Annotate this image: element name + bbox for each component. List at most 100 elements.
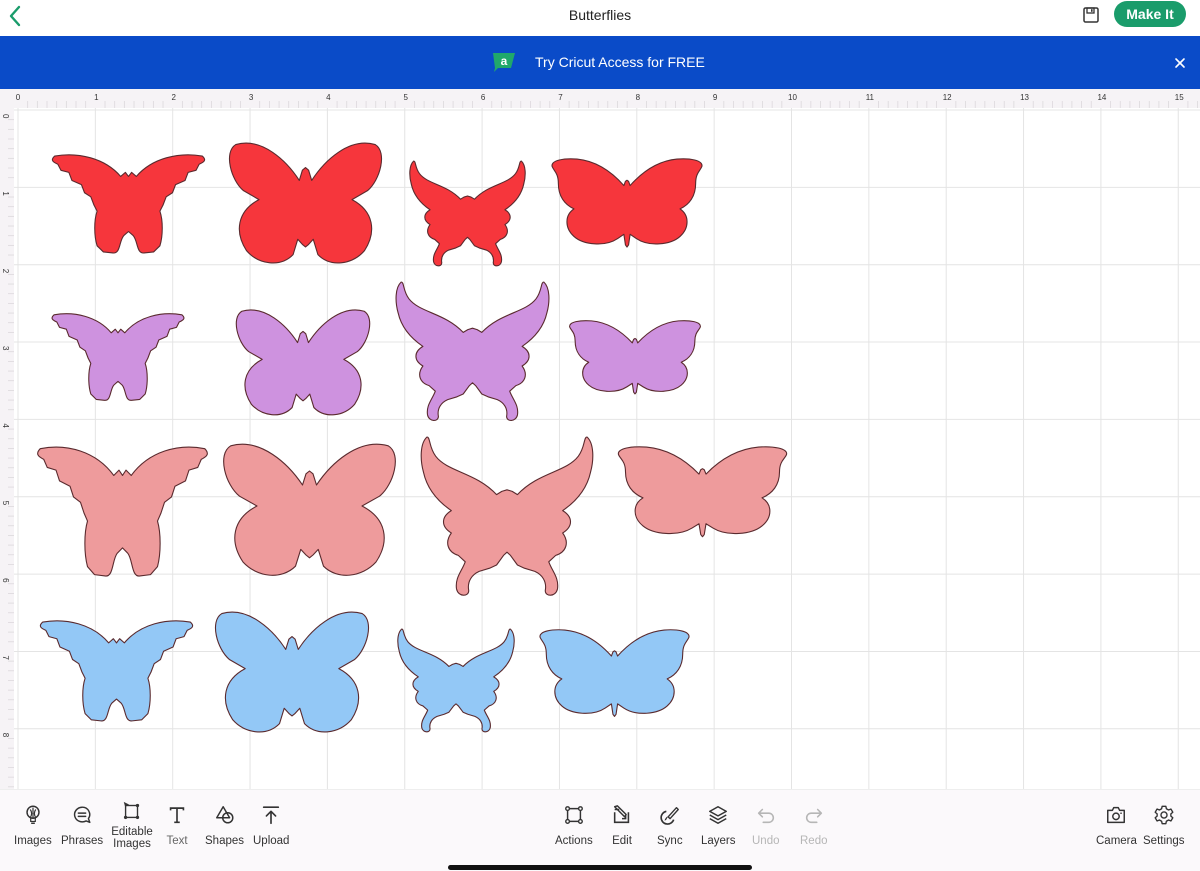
ruler-label: 2 (1, 269, 10, 274)
tool-label: Redo (800, 835, 828, 847)
ruler-label: 8 (636, 93, 641, 102)
butterfly-red-swallowtail[interactable] (410, 161, 525, 266)
upload-icon (263, 806, 280, 825)
butterfly-shape[interactable] (540, 630, 689, 717)
tool-label: Shapes (205, 835, 245, 847)
tool-layers[interactable]: Layers (701, 804, 736, 847)
butterfly-pink-scalloped[interactable] (38, 447, 208, 576)
butterfly-shape[interactable] (552, 159, 702, 247)
tool-sync[interactable]: Sync (657, 804, 683, 847)
tool-label: Text (166, 835, 188, 847)
banner-text: Try Cricut Access for FREE (535, 54, 705, 70)
tool-edit[interactable]: Edit (611, 804, 633, 847)
tool-label: Undo (752, 835, 780, 847)
butterfly-shape[interactable] (38, 447, 208, 576)
ruler-label: 13 (1020, 93, 1029, 102)
redo-icon (805, 808, 822, 824)
butterfly-red-classic[interactable] (552, 159, 702, 247)
butterfly-pink-classic[interactable] (618, 447, 786, 537)
make-it-button[interactable]: Make It (1114, 1, 1186, 27)
butterfly-pink-rounded[interactable] (224, 444, 396, 575)
ruler-label: 4 (326, 93, 331, 102)
ruler-label: 4 (1, 423, 10, 428)
butterfly-shape[interactable] (396, 282, 549, 420)
butterfly-shape[interactable] (215, 612, 368, 732)
tool-actions[interactable]: Actions (555, 804, 593, 847)
butterfly-shape[interactable] (229, 143, 381, 263)
butterfly-shape[interactable] (52, 314, 184, 401)
butterfly-shape[interactable] (570, 321, 701, 394)
tool-images[interactable]: Images (14, 804, 52, 847)
banner-close-button[interactable] (1170, 53, 1190, 73)
tool-label: Phrases (61, 835, 104, 847)
floppy-disk-icon (1083, 7, 1099, 23)
gear-icon (1154, 805, 1174, 825)
tool-upload[interactable]: Upload (253, 804, 289, 847)
ruler-label: 10 (788, 93, 797, 102)
canvas-grid[interactable]: 0 1 2 3 4 5 6 7 8 9 10 11 12 13 14 15012345678 (0, 89, 1200, 789)
ruler-label: 2 (171, 93, 176, 102)
design-canvas[interactable]: 0 1 2 3 4 5 6 7 8 9 10 11 12 13 14 15 0 1 2 3 4 5 6 7 8 (0, 89, 1200, 789)
back-button[interactable] (4, 2, 28, 30)
chevron-left-icon (9, 5, 21, 27)
tool-shapes[interactable]: Shapes (205, 804, 244, 847)
ruler-label: 8 (1, 733, 10, 738)
ruler-label: 7 (558, 93, 563, 102)
ruler-label: 0 (1, 114, 10, 119)
tool-label: Layers (701, 835, 736, 847)
tool-redo[interactable]: Redo (800, 804, 828, 847)
tool-editable-images[interactable]: Editable Images (108, 800, 156, 850)
speech-bubble-icon (74, 806, 91, 824)
home-indicator[interactable] (448, 865, 752, 870)
butterfly-blue-scalloped[interactable] (40, 621, 192, 721)
butterfly-purple-classic[interactable] (570, 321, 701, 394)
shapes-icon (215, 806, 234, 824)
tool-camera[interactable]: Camera (1096, 804, 1137, 847)
ruler-label: 0 (16, 93, 21, 102)
text-t-icon (169, 807, 185, 824)
lightbulb-icon (26, 805, 40, 824)
ruler-label: 5 (404, 93, 409, 102)
save-button[interactable] (1081, 5, 1101, 25)
tool-phrases[interactable]: Phrases (61, 804, 103, 847)
butterfly-blue-rounded[interactable] (215, 612, 368, 732)
butterfly-shape[interactable] (52, 155, 204, 253)
tool-label: Sync (657, 835, 683, 847)
try-access-link[interactable]: a Try Cricut Access for FREE (490, 50, 705, 74)
project-title[interactable]: Butterflies (569, 7, 631, 23)
butterfly-pink-swallowtail[interactable] (421, 437, 593, 595)
butterfly-red-rounded[interactable] (229, 143, 381, 263)
butterfly-red-scalloped[interactable] (52, 155, 204, 253)
butterfly-purple-swallowtail[interactable] (396, 282, 549, 420)
butterfly-blue-classic[interactable] (540, 630, 689, 717)
tool-settings[interactable]: Settings (1143, 804, 1185, 847)
sync-brush-icon (660, 806, 679, 825)
ruler-label: 5 (1, 501, 10, 506)
actions-icon (564, 806, 583, 824)
bottom-toolbar: Images Phrases Editable Images Text Shap… (0, 789, 1200, 871)
butterfly-shape[interactable] (410, 161, 525, 266)
butterfly-shape[interactable] (398, 629, 514, 732)
butterfly-blue-swallowtail[interactable] (398, 629, 514, 732)
tool-label: Images (14, 835, 52, 847)
editable-images-icon (123, 801, 140, 820)
svg-text:a: a (501, 54, 508, 68)
butterfly-purple-scalloped[interactable] (52, 314, 184, 401)
ruler-label: 6 (481, 93, 486, 102)
butterfly-shape[interactable] (618, 447, 786, 537)
camera-icon (1107, 806, 1126, 824)
butterfly-shape[interactable] (236, 310, 369, 415)
tool-label: Edit (612, 835, 632, 847)
butterfly-purple-rounded[interactable] (236, 310, 369, 415)
undo-icon (757, 808, 774, 824)
butterfly-shape[interactable] (40, 621, 192, 721)
butterfly-shape[interactable] (224, 444, 396, 575)
tool-label: Settings (1143, 835, 1185, 847)
tool-undo[interactable]: Undo (752, 804, 780, 847)
tool-text[interactable]: Text (166, 804, 188, 847)
tool-label: Camera (1096, 835, 1137, 847)
ruler-label: 1 (1, 191, 10, 196)
edit-icon (613, 805, 630, 824)
tool-label: Upload (253, 835, 290, 847)
butterfly-shape[interactable] (421, 437, 593, 595)
